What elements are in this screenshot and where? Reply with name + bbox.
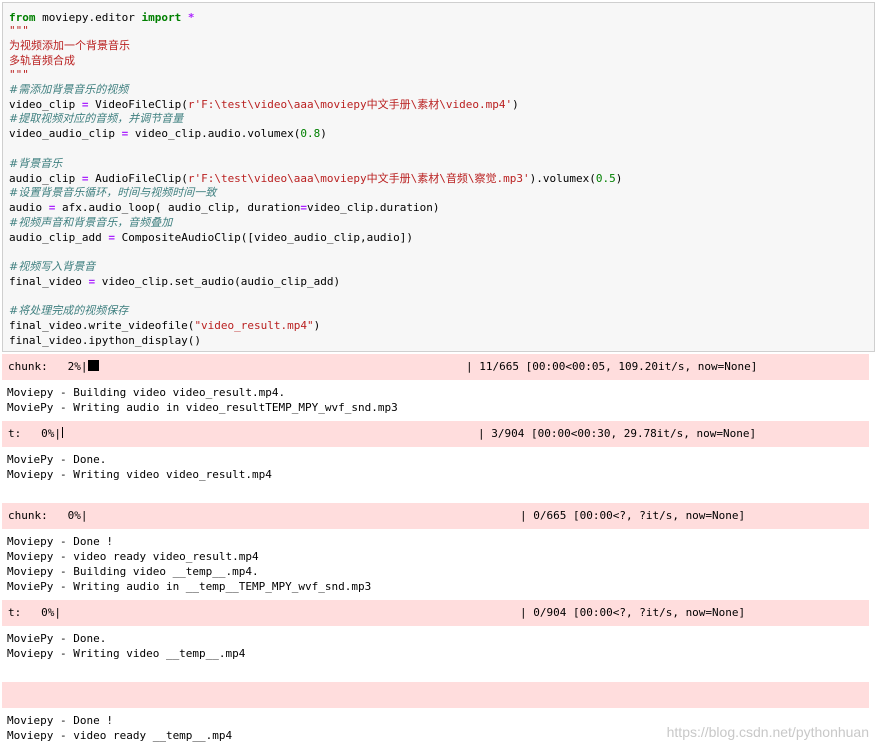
comment-line: #将处理完成的视频保存 (9, 304, 129, 317)
code-token: video_audio_clip (9, 127, 122, 140)
comment-line: #视频声音和背景音乐，音频叠加 (9, 216, 173, 229)
module-name: moviepy.editor (35, 11, 142, 24)
comment-line: #需添加背景音乐的视频 (9, 83, 129, 96)
comment-line: #设置背景音乐循环，时间与视频时间一致 (9, 186, 217, 199)
code-line-audio-loop: audio = afx.audio_loop( audio_clip, dura… (9, 200, 440, 215)
code-line-video-audio: video_audio_clip = video_clip.audio.volu… (9, 126, 327, 141)
stdout-line: Moviepy - Done ! (7, 714, 113, 727)
code-line-display: final_video.ipython_display() (9, 334, 202, 347)
progress-label: chunk: 2%| (8, 360, 100, 374)
progress-bar-chunk-2: chunk: 0%| | 0/665 [00:00<?, ?it/s, now=… (2, 503, 869, 529)
docstring-open: """ (9, 24, 29, 37)
progress-text: t: 0%| (8, 427, 61, 440)
watermark-text: https://blog.csdn.net/pythonhuan (666, 724, 869, 740)
code-token: ) (512, 98, 519, 111)
progress-fill (88, 360, 100, 371)
stderr-empty-block (2, 682, 869, 708)
stdout-line: MoviePy - Done. (7, 453, 107, 466)
string-literal: "video_result.mp4" (194, 319, 314, 332)
string-literal: r'F:\test\video\aaa\moviepy中文手册\素材\video… (187, 98, 513, 111)
stdout-line: Moviepy - Building video __temp__.mp4. (7, 565, 259, 578)
stdout-line: Moviepy - Writing video video_result.mp4 (7, 468, 272, 481)
progress-bar-chunk-1: chunk: 2%| | 11/665 [00:00<00:05, 109.20… (2, 354, 869, 380)
code-token: video_clip.duration) (307, 201, 440, 214)
progress-stats: | 0/665 [00:00<?, ?it/s, now=None] (520, 509, 746, 522)
code-token: video_clip.set_audio(audio_clip_add) (95, 275, 341, 288)
code-token: final_video.write_videofile( (9, 319, 195, 332)
code-token: ) (615, 172, 623, 185)
stdout-line: Moviepy - video ready __temp__.mp4 (7, 729, 233, 742)
progress-stats: | 0/904 [00:00<?, ?it/s, now=None] (520, 606, 746, 619)
progress-label: t: 0%| (8, 427, 63, 441)
code-token: audio_clip (9, 172, 82, 185)
stdout-line: MoviePy - Done. (7, 632, 107, 645)
operator: = (108, 231, 115, 244)
comment-line: #视频写入背景音 (9, 260, 96, 273)
stdout-line: MoviePy - Writing audio in __temp__TEMP_… (7, 580, 372, 593)
stdout-line: Moviepy - Writing video __temp__.mp4 (7, 647, 246, 660)
code-token: ) (320, 127, 327, 140)
docstring-line-2: 多轨音频合成 (9, 54, 75, 67)
progress-text: chunk: 0%| (8, 509, 88, 522)
number-literal: 0.8 (300, 127, 321, 140)
string-literal: r'F:\test\video\aaa\moviepy中文手册\素材\音频\察觉… (187, 172, 530, 185)
code-token: video_clip (9, 98, 82, 111)
code-line-import: from moviepy.editor import * (9, 10, 194, 25)
code-token: ).volumex( (529, 172, 596, 185)
code-line-audio-add: audio_clip_add = CompositeAudioClip([vid… (9, 230, 413, 245)
code-token: AudioFileClip( (88, 172, 188, 185)
code-token: audio (9, 201, 49, 214)
stdout-line: Moviepy - Building video video_result.mp… (7, 386, 286, 399)
comment-line: #提取视频对应的音频，并调节音量 (9, 112, 184, 125)
import-star: * (181, 11, 195, 24)
code-token: VideoFileClip( (88, 98, 188, 111)
comment-line: #背景音乐 (9, 157, 63, 170)
number-literal: 0.5 (595, 172, 616, 185)
progress-stats: | 3/904 [00:00<00:30, 29.78it/s, now=Non… (478, 427, 757, 440)
code-token: final_video (9, 275, 89, 288)
stdout-line: MoviePy - Writing audio in video_resultT… (7, 401, 398, 414)
stdout-line: Moviepy - Done ! (7, 535, 113, 548)
progress-text: t: 0%| (8, 606, 61, 619)
code-line-audio-clip: audio_clip = AudioFileClip(r'F:\test\vid… (9, 171, 622, 186)
code-input-cell[interactable]: from moviepy.editor import * """ 为视频添加一个… (2, 2, 875, 352)
code-line-final-video: final_video = video_clip.set_audio(audio… (9, 274, 340, 289)
stdout-line: Moviepy - video ready video_result.mp4 (7, 550, 259, 563)
code-token: audio_clip_add (9, 231, 109, 244)
docstring-line-1: 为视频添加一个背景音乐 (9, 39, 130, 52)
code-token: video_clip.audio.volumex( (128, 127, 301, 140)
keyword-import: import (141, 11, 182, 24)
code-token: CompositeAudioClip([video_audio_clip,aud… (114, 231, 413, 244)
code-token: afx.audio_loop( audio_clip, duration (55, 201, 301, 214)
progress-stats: | 11/665 [00:00<00:05, 109.20it/s, now=N… (466, 360, 758, 373)
code-line-write: final_video.write_videofile("video_resul… (9, 318, 320, 333)
progress-bar-t-2: t: 0%| | 0/904 [00:00<?, ?it/s, now=None… (2, 600, 869, 626)
progress-fill (61, 427, 63, 438)
progress-bar-t-1: t: 0%| | 3/904 [00:00<00:30, 29.78it/s, … (2, 421, 869, 447)
progress-text: chunk: 2%| (8, 360, 88, 373)
docstring-close: """ (9, 68, 29, 81)
code-line-video-clip: video_clip = VideoFileClip(r'F:\test\vid… (9, 97, 519, 112)
code-token: ) (313, 319, 321, 332)
